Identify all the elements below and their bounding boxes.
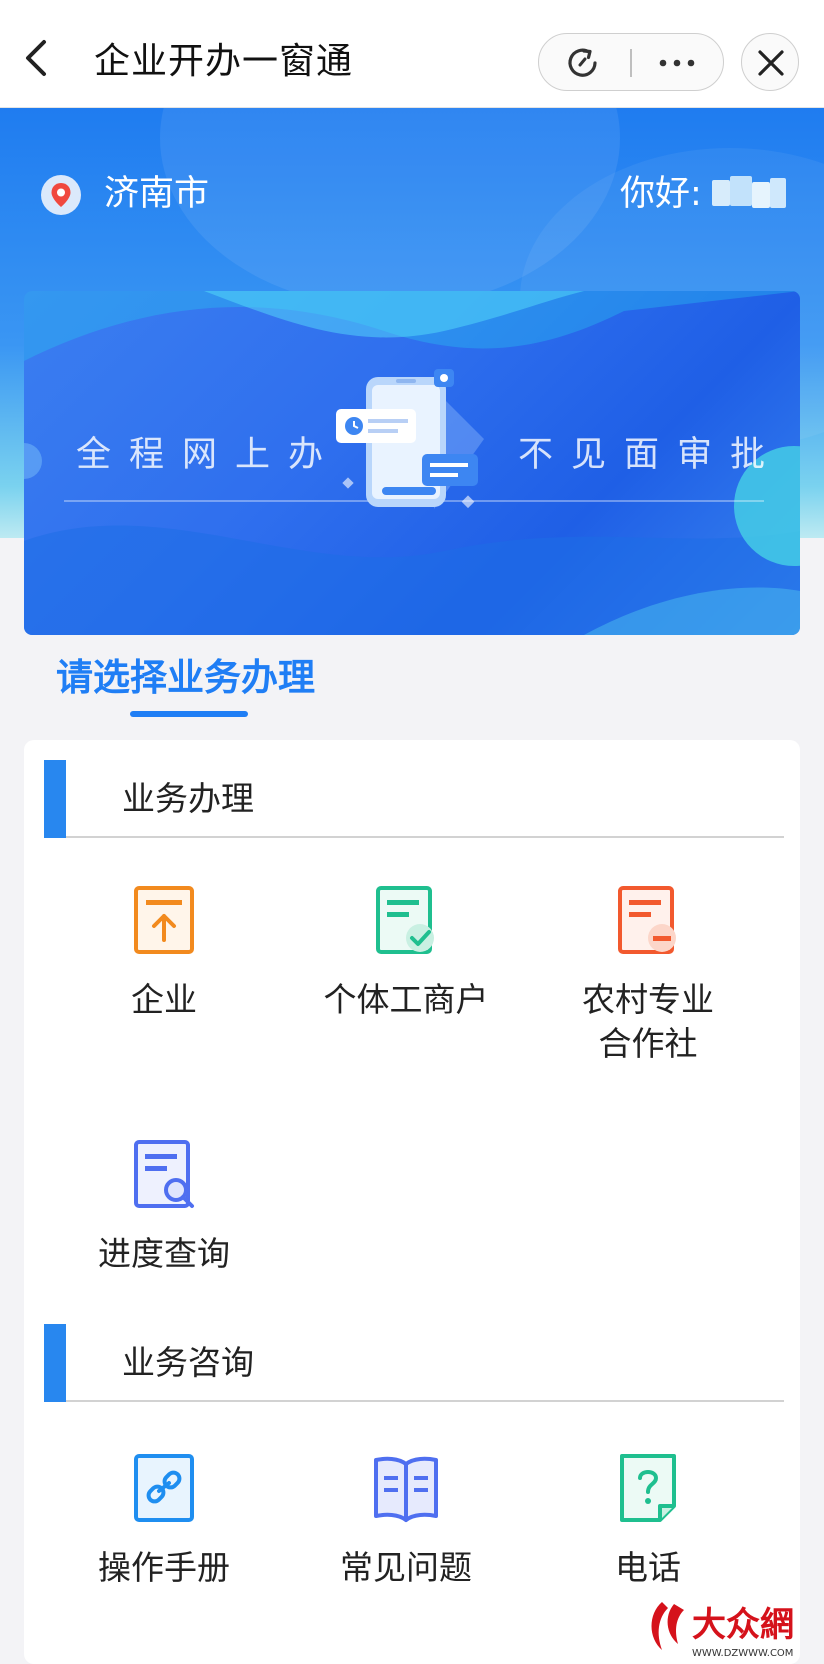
document-minus-icon [618,886,676,954]
user-name-blurred [708,170,786,216]
tile-faq[interactable]: 常见问题 [296,1452,516,1590]
close-button[interactable] [741,33,799,91]
chevron-left-icon [26,40,46,76]
tile-label: 个体工商户 [323,980,489,1019]
greeting-label: 你好: [620,174,702,214]
upload-document-icon [134,886,194,954]
tile-label: 农村专业 合作社 [582,980,714,1063]
capsule-divider [630,49,632,77]
tile-label: 常见问题 [340,1548,472,1587]
svg-text:WWW.DZWWW.COM: WWW.DZWWW.COM [692,1648,793,1659]
promo-banner[interactable]: 全程网上办 不见面审批 [24,291,800,635]
page-title: 企业开办一窗通 [94,41,354,82]
tile-individual-business[interactable]: 个体工商户 [296,884,516,1022]
more-icon [659,59,695,67]
document-search-icon [134,1140,194,1208]
group-title: 业务办理 [122,779,254,818]
tile-phone[interactable]: 电话 [538,1452,758,1590]
refresh-button[interactable] [565,45,601,81]
group-header-consulting: 业务咨询 [44,1324,784,1402]
banner-right-slogan: 不见面审批 [518,435,784,475]
close-icon [758,50,784,76]
tile-label: 操作手册 [98,1548,230,1587]
tile-label: 进度查询 [98,1234,230,1273]
group-accent-bar [44,1324,66,1402]
back-button[interactable] [20,38,56,78]
section-heading-underline [130,711,248,717]
services-card: 业务办理 企业 个体工商户 农村专业 合作社 进度查询 业务咨询 操作手册 常见… [24,740,800,1664]
banner-left-slogan: 全程网上办 [76,435,342,475]
group-header-business: 业务办理 [44,760,784,838]
map-pin-icon [41,175,81,215]
dzwww-logo-icon: 大众網 WWW.DZWWW.COM [651,1602,794,1659]
tile-operation-manual[interactable]: 操作手册 [54,1452,274,1590]
section-heading: 请选择业务办理 [56,656,315,699]
group-title: 业务咨询 [122,1343,254,1382]
phone-illustration-icon [336,369,484,509]
link-document-icon [134,1454,194,1522]
svg-text:大众網: 大众網 [692,1605,794,1645]
city-label: 济南市 [104,174,210,214]
mini-program-capsule [538,33,724,91]
refresh-icon [568,48,597,77]
group-accent-bar [44,760,66,838]
tile-rural-cooperative[interactable]: 农村专业 合作社 [538,884,758,1066]
question-document-icon [620,1454,676,1522]
approved-document-icon [376,886,434,954]
open-book-icon [374,1456,438,1522]
title-bar: 企业开办一窗通 [0,0,824,108]
tile-progress-query[interactable]: 进度查询 [54,1138,274,1276]
dzwww-watermark-logo: 大众網 WWW.DZWWW.COM [648,1594,820,1660]
more-button[interactable] [653,45,701,81]
tile-label: 企业 [131,980,197,1019]
tile-enterprise[interactable]: 企业 [54,884,274,1022]
tile-label: 电话 [615,1548,681,1587]
